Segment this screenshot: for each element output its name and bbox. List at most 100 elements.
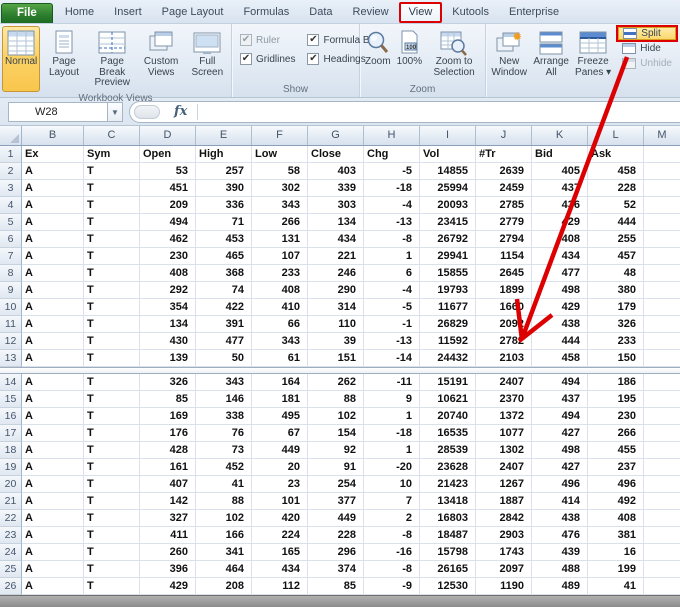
cell-K8[interactable]: 477 xyxy=(532,265,588,282)
cell-M11[interactable] xyxy=(644,316,680,333)
cell-J15[interactable]: 2370 xyxy=(476,391,532,408)
cell-F20[interactable]: 23 xyxy=(252,476,308,493)
cell-K6[interactable]: 408 xyxy=(532,231,588,248)
cell-I18[interactable]: 28539 xyxy=(420,442,476,459)
row-header-1[interactable]: 1 xyxy=(0,146,22,163)
cell-D18[interactable]: 428 xyxy=(140,442,196,459)
cell-G22[interactable]: 449 xyxy=(308,510,364,527)
cell-I24[interactable]: 15798 xyxy=(420,544,476,561)
cell-I8[interactable]: 15855 xyxy=(420,265,476,282)
cell-K22[interactable]: 438 xyxy=(532,510,588,527)
row-header-17[interactable]: 17 xyxy=(0,425,22,442)
cell-I15[interactable]: 10621 xyxy=(420,391,476,408)
cell-B26[interactable]: A xyxy=(22,578,84,595)
cell-B4[interactable]: A xyxy=(22,197,84,214)
cell-B24[interactable]: A xyxy=(22,544,84,561)
cell-C20[interactable]: T xyxy=(84,476,140,493)
column-header-L[interactable]: L xyxy=(588,126,644,145)
cell-H3[interactable]: -18 xyxy=(364,180,420,197)
tab-page-layout[interactable]: Page Layout xyxy=(152,2,234,23)
cell-C7[interactable]: T xyxy=(84,248,140,265)
cell-B17[interactable]: A xyxy=(22,425,84,442)
cell-I26[interactable]: 12530 xyxy=(420,578,476,595)
cell-L13[interactable]: 150 xyxy=(588,350,644,367)
cell-G6[interactable]: 434 xyxy=(308,231,364,248)
cell-L23[interactable]: 381 xyxy=(588,527,644,544)
hide-button[interactable]: Hide xyxy=(618,42,676,55)
cell-I16[interactable]: 20740 xyxy=(420,408,476,425)
column-header-H[interactable]: H xyxy=(364,126,420,145)
cell-I4[interactable]: 20093 xyxy=(420,197,476,214)
cell-G13[interactable]: 151 xyxy=(308,350,364,367)
cell-F24[interactable]: 165 xyxy=(252,544,308,561)
cell-L2[interactable]: 458 xyxy=(588,163,644,180)
cell-L15[interactable]: 195 xyxy=(588,391,644,408)
cell-E5[interactable]: 71 xyxy=(196,214,252,231)
cell-C16[interactable]: T xyxy=(84,408,140,425)
cell-J5[interactable]: 2779 xyxy=(476,214,532,231)
cell-I5[interactable]: 23415 xyxy=(420,214,476,231)
cell-L14[interactable]: 186 xyxy=(588,374,644,391)
cell-B3[interactable]: A xyxy=(22,180,84,197)
cell-H26[interactable]: -9 xyxy=(364,578,420,595)
cell-I10[interactable]: 11677 xyxy=(420,299,476,316)
cell-H5[interactable]: -13 xyxy=(364,214,420,231)
cell-L18[interactable]: 455 xyxy=(588,442,644,459)
cell-J3[interactable]: 2459 xyxy=(476,180,532,197)
cell-J19[interactable]: 2407 xyxy=(476,459,532,476)
cell-E7[interactable]: 465 xyxy=(196,248,252,265)
cell-D7[interactable]: 230 xyxy=(140,248,196,265)
cell-K4[interactable]: 436 xyxy=(532,197,588,214)
cell-G19[interactable]: 91 xyxy=(308,459,364,476)
cell-K19[interactable]: 427 xyxy=(532,459,588,476)
column-header-B[interactable]: B xyxy=(22,126,84,145)
zoom-to-selection-button[interactable]: Zoom to Selection xyxy=(425,26,483,83)
cell-H19[interactable]: -20 xyxy=(364,459,420,476)
cell-L9[interactable]: 380 xyxy=(588,282,644,299)
cell-M5[interactable] xyxy=(644,214,680,231)
name-box-dropdown-icon[interactable]: ▼ xyxy=(108,102,123,122)
cell-L26[interactable]: 41 xyxy=(588,578,644,595)
cell-E1[interactable]: High xyxy=(196,146,252,163)
insert-function-icon[interactable]: fx xyxy=(174,104,187,119)
cell-E22[interactable]: 102 xyxy=(196,510,252,527)
cell-C24[interactable]: T xyxy=(84,544,140,561)
cell-C14[interactable]: T xyxy=(84,374,140,391)
cell-M15[interactable] xyxy=(644,391,680,408)
cell-L16[interactable]: 230 xyxy=(588,408,644,425)
cell-B5[interactable]: A xyxy=(22,214,84,231)
zoom-button[interactable]: Zoom xyxy=(362,26,394,83)
cell-M23[interactable] xyxy=(644,527,680,544)
cell-H8[interactable]: 6 xyxy=(364,265,420,282)
cell-I1[interactable]: Vol xyxy=(420,146,476,163)
cell-I20[interactable]: 21423 xyxy=(420,476,476,493)
cell-I25[interactable]: 26165 xyxy=(420,561,476,578)
normal-view-button[interactable]: Normal xyxy=(2,26,40,92)
cell-E18[interactable]: 73 xyxy=(196,442,252,459)
cell-G26[interactable]: 85 xyxy=(308,578,364,595)
cell-J12[interactable]: 2782 xyxy=(476,333,532,350)
cell-G11[interactable]: 110 xyxy=(308,316,364,333)
cell-M7[interactable] xyxy=(644,248,680,265)
cell-M9[interactable] xyxy=(644,282,680,299)
cell-B8[interactable]: A xyxy=(22,265,84,282)
cell-H18[interactable]: 1 xyxy=(364,442,420,459)
column-header-J[interactable]: J xyxy=(476,126,532,145)
cell-H25[interactable]: -8 xyxy=(364,561,420,578)
cell-F25[interactable]: 434 xyxy=(252,561,308,578)
cell-K10[interactable]: 429 xyxy=(532,299,588,316)
cell-M20[interactable] xyxy=(644,476,680,493)
cell-M6[interactable] xyxy=(644,231,680,248)
cell-H1[interactable]: Chg xyxy=(364,146,420,163)
cell-G18[interactable]: 92 xyxy=(308,442,364,459)
cell-C17[interactable]: T xyxy=(84,425,140,442)
cell-G4[interactable]: 303 xyxy=(308,197,364,214)
cell-D12[interactable]: 430 xyxy=(140,333,196,350)
cell-H7[interactable]: 1 xyxy=(364,248,420,265)
cell-G9[interactable]: 290 xyxy=(308,282,364,299)
cell-H20[interactable]: 10 xyxy=(364,476,420,493)
cell-K21[interactable]: 414 xyxy=(532,493,588,510)
cell-F18[interactable]: 449 xyxy=(252,442,308,459)
cell-I11[interactable]: 26829 xyxy=(420,316,476,333)
cell-L6[interactable]: 255 xyxy=(588,231,644,248)
